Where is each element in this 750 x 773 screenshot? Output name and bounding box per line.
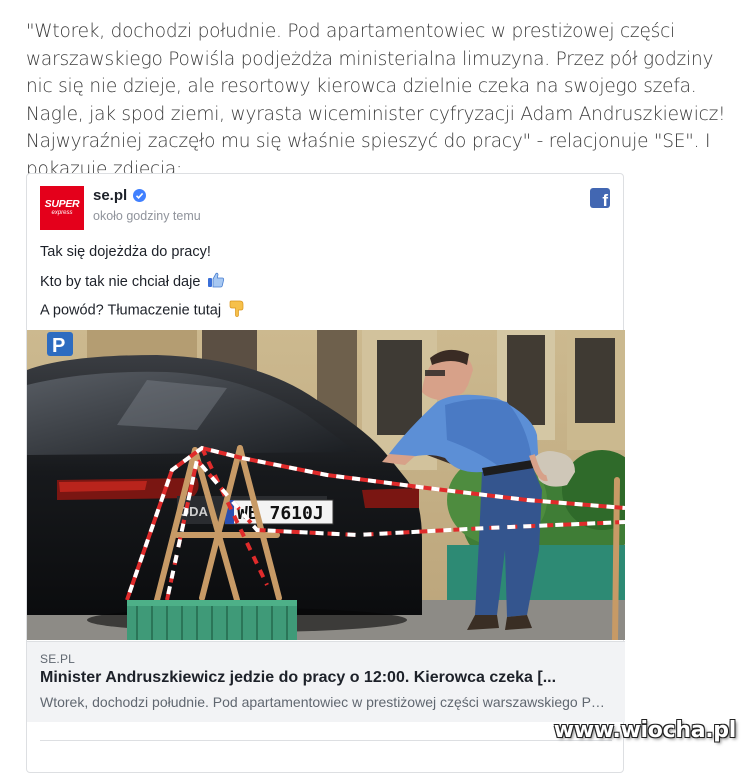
page-name-link[interactable]: se.pl xyxy=(93,187,127,204)
facebook-post-embed: SUPER express se.pl około godziny temu f… xyxy=(26,173,625,773)
link-domain: SE.PL xyxy=(40,652,76,666)
post-photo[interactable]: P ODA WB 7610J xyxy=(27,330,625,640)
link-preview[interactable]: SE.PL Minister Andruszkiewicz jedzie do … xyxy=(27,641,625,722)
post-line-text: Kto by tak nie chciał daje xyxy=(40,273,201,290)
logo-sub-text: express xyxy=(51,210,73,216)
card-divider xyxy=(40,740,612,741)
post-timestamp[interactable]: około godziny temu xyxy=(93,209,201,223)
article-paragraph: "Wtorek, dochodzi południe. Pod apartame… xyxy=(26,21,726,180)
parking-sign-text: P xyxy=(52,335,65,357)
link-description: Wtorek, dochodzi południe. Pod apartamen… xyxy=(40,694,612,710)
post-line-text: Tak się dojeżdża do pracy! xyxy=(40,244,211,260)
page-avatar-logo[interactable]: SUPER express xyxy=(40,186,84,230)
pointing-down-emoji-icon xyxy=(228,299,246,322)
post-line: Tak się dojeżdża do pracy! xyxy=(40,243,246,271)
post-line: Kto by tak nie chciał daje xyxy=(40,271,246,299)
post-message: Tak się dojeżdża do pracy! Kto by tak ni… xyxy=(40,243,246,327)
link-title[interactable]: Minister Andruszkiewicz jedzie do pracy … xyxy=(40,669,612,687)
verified-badge-icon xyxy=(133,189,146,202)
facebook-icon[interactable]: f xyxy=(590,188,610,208)
post-line-text: A powód? Tłumaczenie tutaj xyxy=(40,302,222,319)
site-watermark: www.wiocha.pl xyxy=(553,718,737,743)
thumbs-up-emoji-icon xyxy=(207,271,225,293)
post-line: A powód? Tłumaczenie tutaj xyxy=(40,299,246,327)
post-header: SUPER express se.pl około godziny temu f xyxy=(40,186,610,230)
logo-brand-text: SUPER xyxy=(44,198,80,210)
